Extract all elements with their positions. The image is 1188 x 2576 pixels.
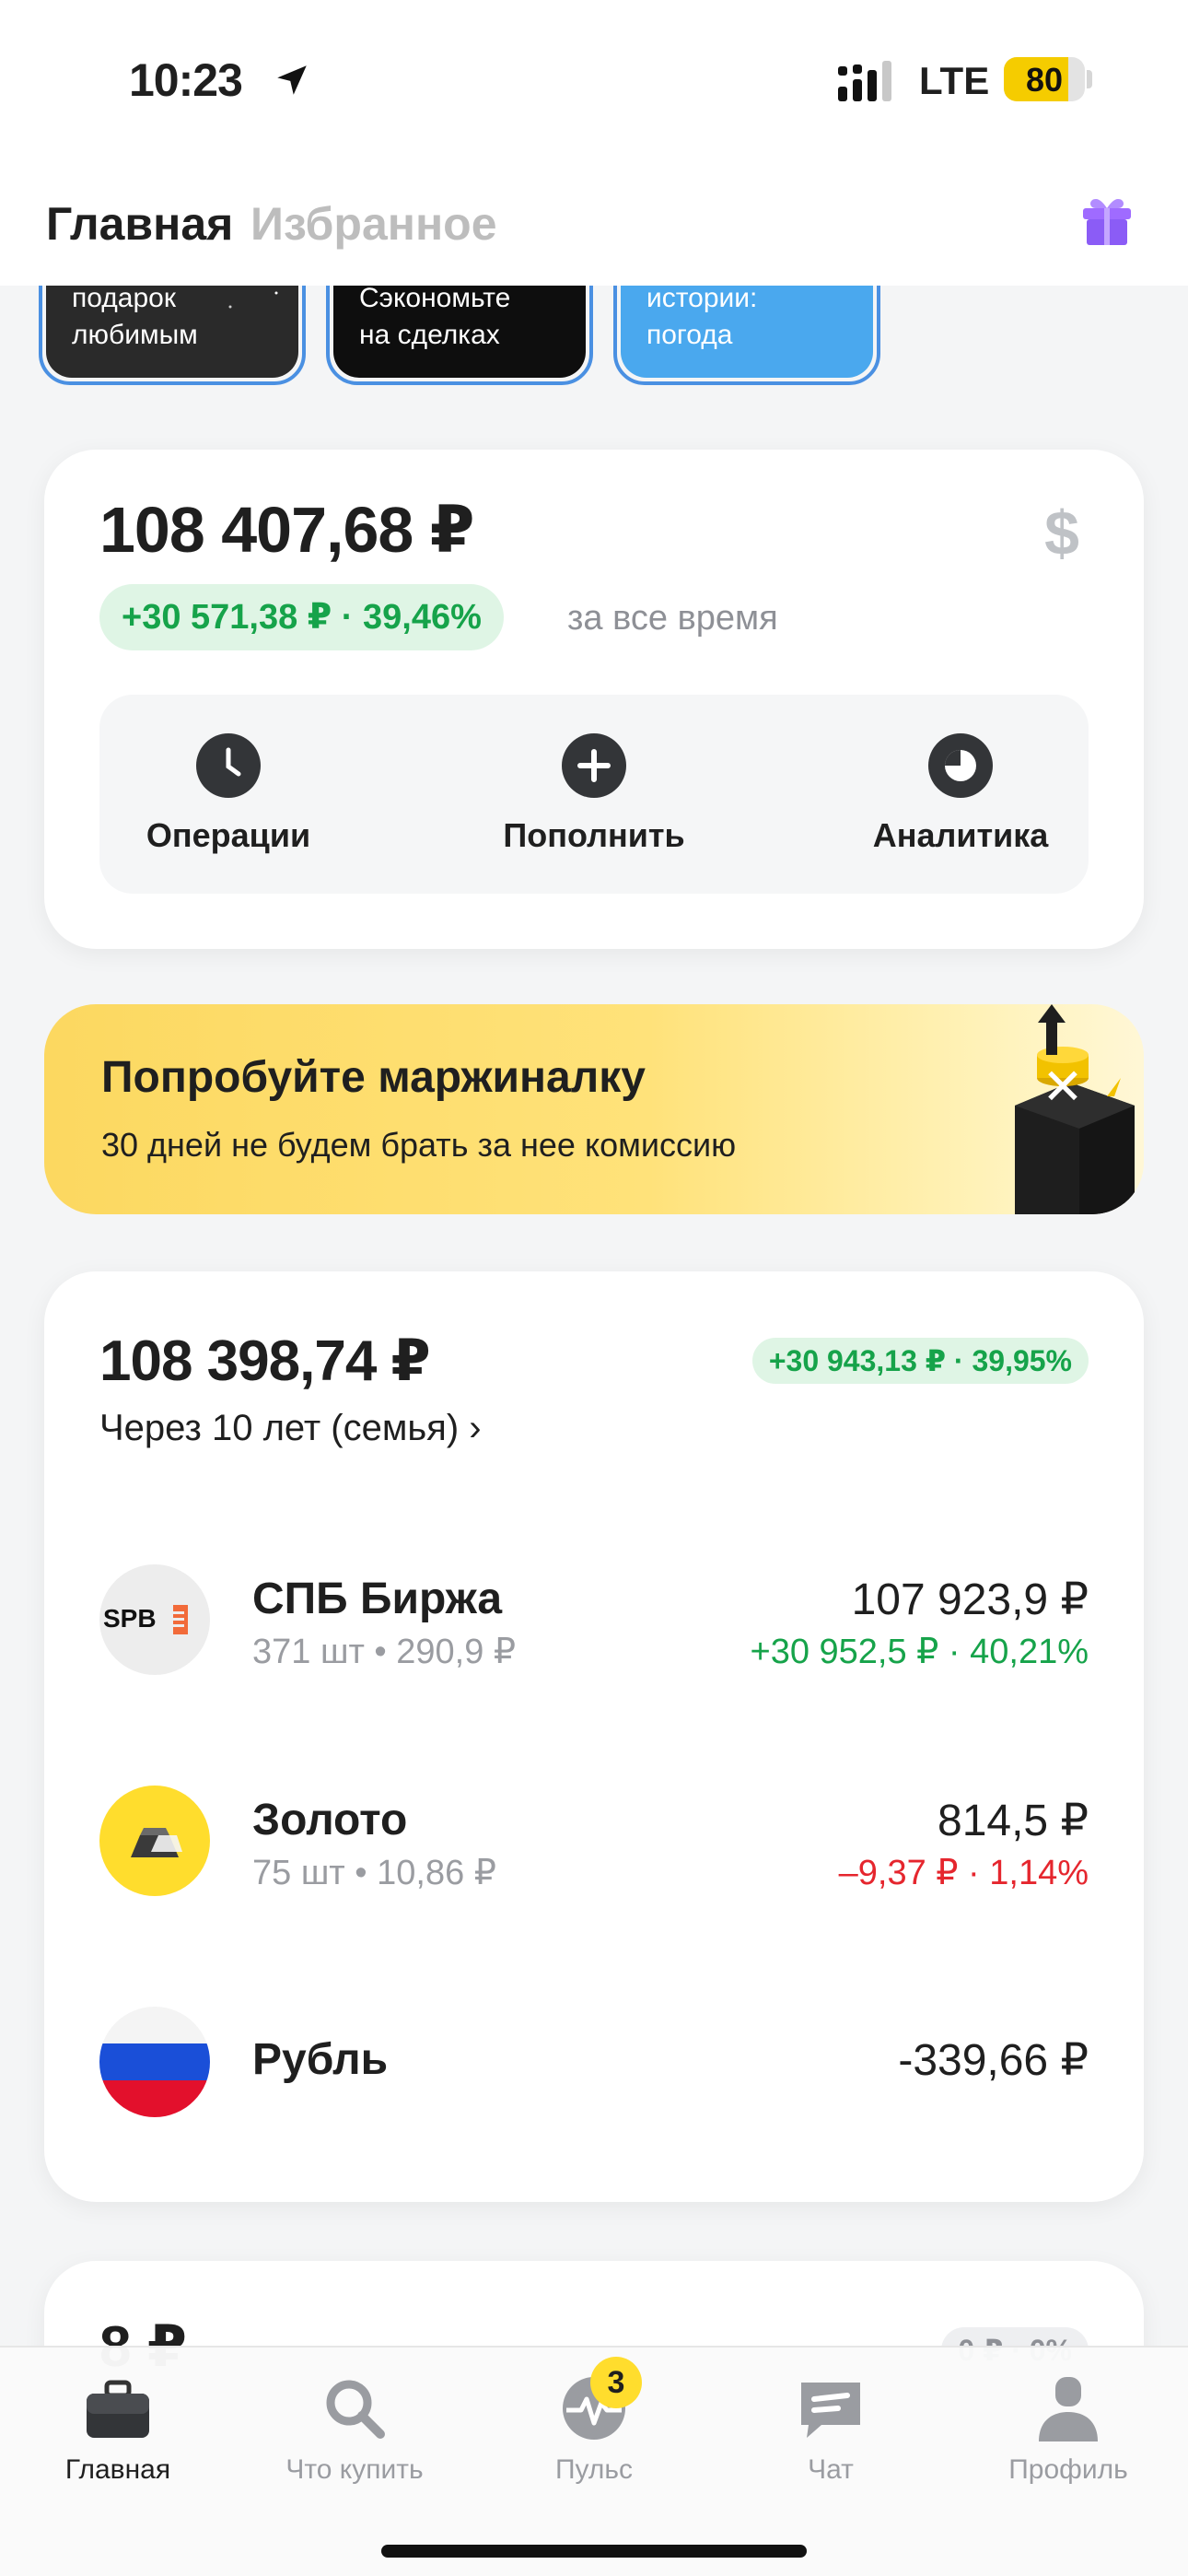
top-up-label: Пополнить	[503, 816, 685, 854]
asset-change: +30 952,5 ₽ · 40,21%	[750, 1633, 1089, 1671]
close-icon[interactable]: ✕	[1037, 1061, 1089, 1113]
story-text: истории: погода	[646, 283, 758, 350]
portfolio-card[interactable]: 108 407,68 ₽ $ +30 571,38 ₽ · 39,46% за …	[44, 450, 1144, 949]
nav-what-to-buy-label: Что купить	[285, 2454, 424, 2485]
briefcase-icon	[81, 2371, 155, 2445]
nav-pulse-label: Пульс	[554, 2454, 634, 2485]
asset-value: 814,5 ₽	[938, 1797, 1089, 1845]
asset-details: 75 шт • 10,86 ₽	[252, 1854, 496, 1892]
nav-profile[interactable]: Профиль	[967, 2371, 1170, 2486]
stories-strip: подарок любимым Сэкономьте на сделках ис…	[0, 267, 1188, 396]
analytics-button[interactable]: Аналитика	[822, 733, 1099, 855]
pulse-icon: 3	[557, 2357, 642, 2445]
analytics-label: Аналитика	[872, 816, 1049, 854]
home-indicator[interactable]	[381, 2545, 807, 2558]
story-text: подарок любимым	[72, 283, 198, 350]
battery-icon: 80	[1004, 57, 1085, 101]
nav-chat[interactable]: Чат	[729, 2371, 932, 2486]
margin-promo-banner[interactable]: Попробуйте маржиналку 30 дней не будем б…	[44, 1004, 1144, 1214]
status-bar: 10:23 LTE 80	[0, 0, 1188, 157]
nav-profile-label: Профиль	[1008, 2454, 1128, 2485]
top-up-button[interactable]: Пополнить	[456, 733, 732, 855]
portfolio-balance: 108 407,68 ₽	[99, 494, 474, 566]
battery-level: 80	[1025, 61, 1064, 99]
signal-icon	[838, 61, 891, 101]
nav-what-to-buy[interactable]: Что купить	[253, 2371, 456, 2486]
status-time: 10:23	[129, 54, 243, 106]
pulse-badge: 3	[590, 2357, 642, 2408]
gift-icon[interactable]	[1077, 192, 1136, 251]
logo-text: SPB	[103, 1604, 157, 1633]
top-tabs: Главная Избранное	[0, 157, 1188, 286]
location-arrow-icon	[277, 65, 307, 95]
promo-title: Попробуйте маржиналку	[101, 1053, 646, 1102]
quick-actions: Операции Пополнить Аналитика	[99, 695, 1089, 894]
network-type: LTE	[919, 59, 990, 102]
tab-main[interactable]: Главная	[46, 197, 233, 251]
account-total: 108 398,74 ₽	[99, 1329, 431, 1393]
asset-value: 107 923,9 ₽	[851, 1575, 1089, 1624]
currency-switch-icon[interactable]: $	[1044, 498, 1079, 569]
plus-icon	[562, 733, 626, 798]
search-icon	[318, 2371, 391, 2445]
battery-cap	[1087, 70, 1092, 88]
account-name-link[interactable]: Через 10 лет (семья) ›	[99, 1408, 482, 1449]
asset-row[interactable]: SPB СПБ Биржа 371 шт • 290,9 ₽ 107 923,9…	[99, 1564, 1089, 1679]
pie-chart-icon	[928, 733, 993, 798]
account-card[interactable]: 108 398,74 ₽ +30 943,13 ₽ · 39,95% Через…	[44, 1271, 1144, 2202]
nav-home[interactable]: Главная	[17, 2371, 219, 2486]
asset-row[interactable]: Золото 75 шт • 10,86 ₽ 814,5 ₽ –9,37 ₽ ·…	[99, 1786, 1089, 1900]
account-profit-badge: +30 943,13 ₽ · 39,95%	[751, 1338, 1089, 1384]
asset-change: –9,37 ₽ · 1,14%	[838, 1854, 1089, 1892]
operations-label: Операции	[146, 816, 311, 854]
operations-button[interactable]: Операции	[90, 733, 367, 855]
chat-icon	[794, 2371, 868, 2445]
asset-details: 371 шт • 290,9 ₽	[252, 1633, 517, 1671]
asset-name: Золото	[252, 1796, 408, 1844]
profit-period[interactable]: за все время	[567, 599, 778, 638]
nav-chat-label: Чат	[808, 2454, 854, 2485]
gold-bar-icon	[99, 1786, 210, 1896]
profile-icon	[1031, 2371, 1105, 2445]
spb-exchange-logo: SPB	[99, 1564, 210, 1675]
promo-subtitle: 30 дней не будем брать за нее комиссию	[101, 1126, 737, 1164]
clock-icon	[196, 733, 261, 798]
nav-pulse[interactable]: 3 Пульс	[493, 2357, 695, 2486]
profit-badge: +30 571,38 ₽ · 39,46%	[99, 584, 504, 650]
asset-row[interactable]: Рубль -339,66 ₽	[99, 2007, 1089, 2121]
story-text: Сэкономьте на сделках	[359, 283, 511, 350]
asset-name: СПБ Биржа	[252, 1575, 503, 1623]
asset-name: Рубль	[252, 2035, 389, 2084]
bottom-navigation: Главная Что купить 3 Пульс Чат Профиль	[0, 2346, 1188, 2576]
asset-value: -339,66 ₽	[898, 2036, 1089, 2085]
russia-flag-icon	[99, 2007, 210, 2117]
nav-home-label: Главная	[64, 2454, 171, 2485]
tab-favorites[interactable]: Избранное	[250, 197, 497, 251]
